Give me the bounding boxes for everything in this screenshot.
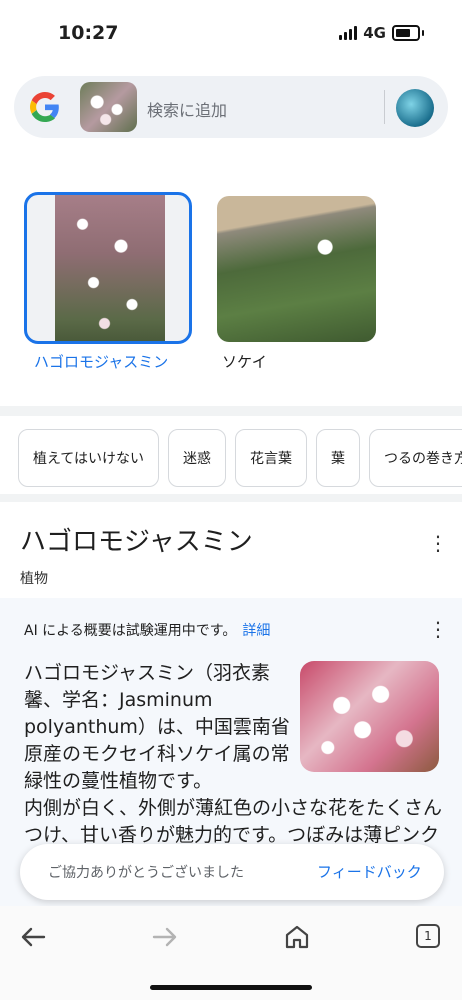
status-time: 10:27 (58, 22, 119, 44)
ai-details-link[interactable]: 詳細 (242, 623, 270, 639)
tabs-button[interactable]: 1 (416, 924, 440, 948)
back-arrow-icon[interactable] (18, 922, 48, 952)
signal-icon (339, 26, 358, 40)
ai-more-options-icon[interactable]: ⋮ (428, 617, 448, 641)
feedback-button[interactable]: フィードバック (317, 861, 422, 882)
result-label[interactable]: ソケイ (222, 351, 267, 372)
battery-icon (392, 25, 420, 41)
knowledge-subtitle: 植物 (20, 571, 48, 587)
section-divider (0, 494, 462, 502)
result-card-selected[interactable] (24, 192, 192, 344)
chip[interactable]: 迷惑 (168, 429, 227, 487)
battery-tip (422, 30, 424, 36)
ai-notice: AI による概要は試験運用中です。 詳細 (24, 620, 270, 640)
avatar[interactable] (396, 89, 434, 127)
search-divider (384, 90, 385, 124)
chip[interactable]: 葉 (316, 429, 361, 487)
network-type: 4G (363, 24, 386, 42)
ai-overview-text: ハゴロモジャスミン（羽衣素馨、学名：Jasminum polyanthum）は、… (24, 662, 290, 792)
home-icon[interactable] (282, 922, 312, 952)
status-indicators: 4G (339, 24, 424, 42)
chip[interactable]: 花言葉 (235, 429, 308, 487)
forward-arrow-icon[interactable] (150, 922, 180, 952)
ai-notice-text: AI による概要は試験運用中です。 (24, 623, 237, 639)
ai-overview-image[interactable] (300, 661, 439, 772)
chip[interactable]: つるの巻き方 (369, 429, 462, 487)
section-divider (0, 406, 462, 416)
chip[interactable]: 植えてはいけない (18, 429, 160, 487)
result-image (55, 195, 165, 341)
home-indicator (150, 985, 312, 990)
search-input[interactable]: 検索に追加 (147, 97, 227, 121)
query-image-thumbnail[interactable] (80, 82, 137, 132)
google-logo-icon[interactable] (30, 92, 60, 122)
knowledge-title: ハゴロモジャスミン (20, 527, 253, 557)
result-card[interactable] (217, 196, 376, 342)
toast-message: ご協力ありがとうございました (48, 865, 244, 881)
tab-count: 1 (424, 929, 432, 943)
refinement-chips: 植えてはいけない 迷惑 花言葉 葉 つるの巻き方 (18, 429, 462, 487)
more-options-icon[interactable]: ⋮ (428, 531, 448, 555)
result-label-selected[interactable]: ハゴロモジャスミン (34, 351, 174, 374)
